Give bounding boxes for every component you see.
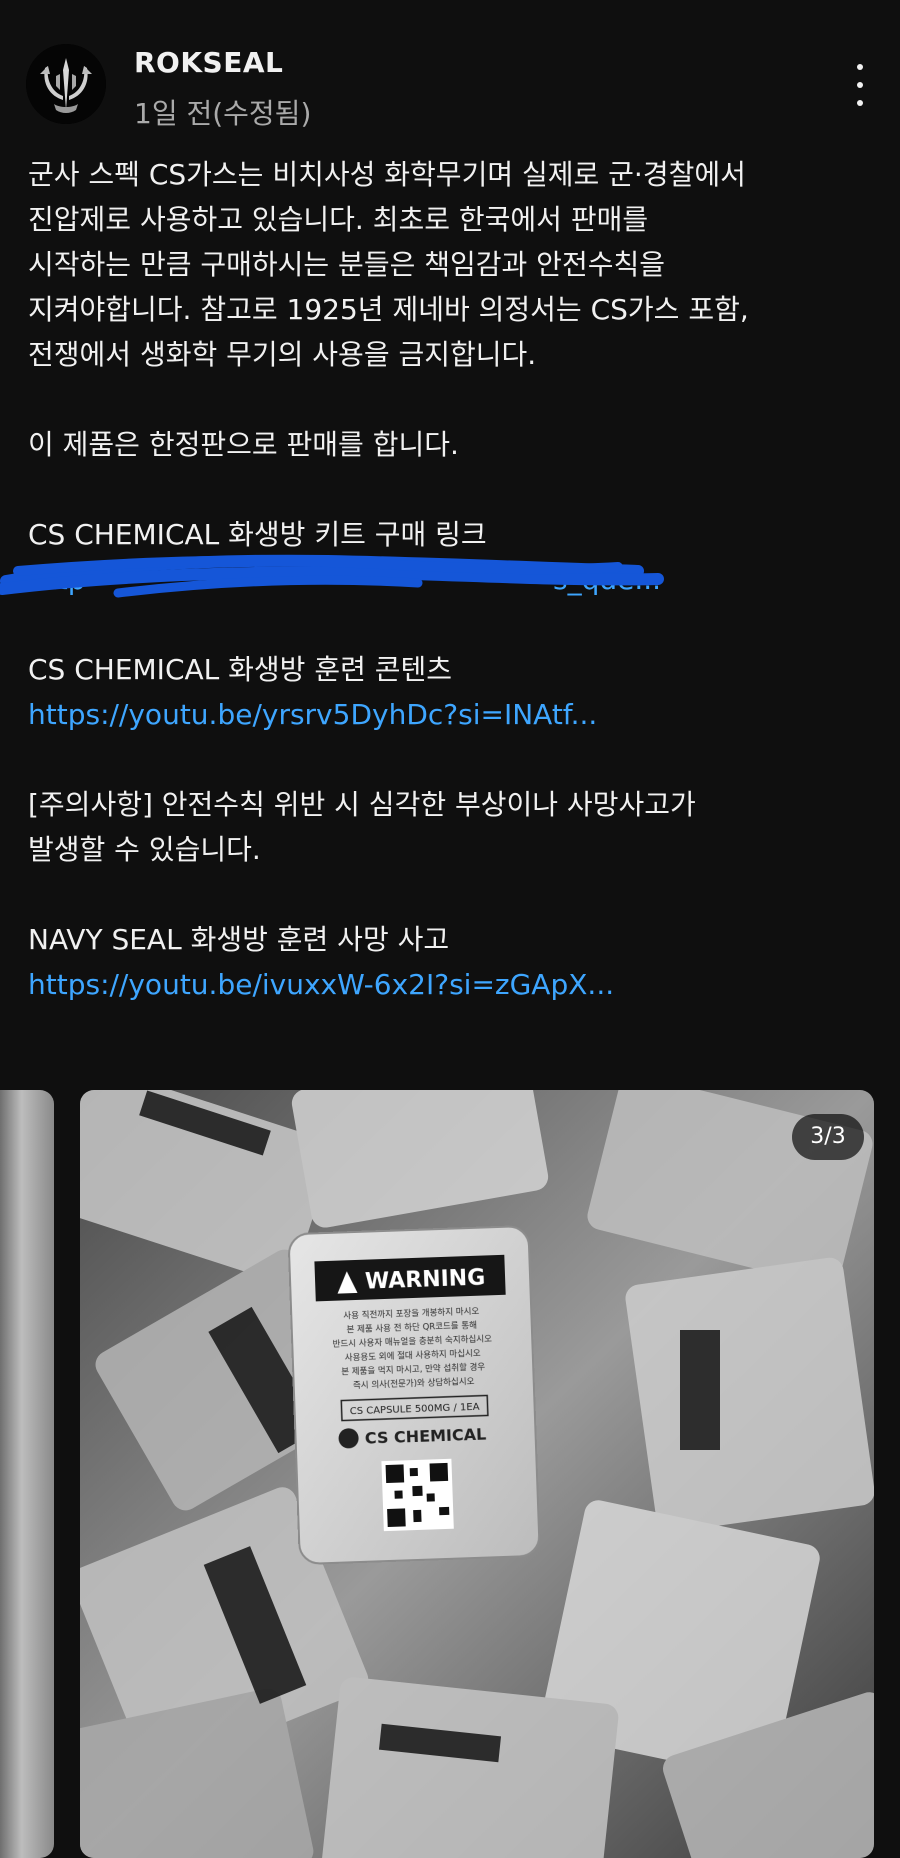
post-header: ROKSEAL 1일 전(수정됨) [26,44,880,134]
post-body: 군사 스펙 CS가스는 비치사성 화학무기며 실제로 군·경찰에서 진압제로 사… [0,152,878,1052]
intro-line: 군사 스펙 CS가스는 비치사성 화학무기며 실제로 군·경찰에서 [28,158,746,191]
accident-title: NAVY SEAL 화생방 훈련 사망 사고 [28,923,450,956]
training-section: CS CHEMICAL 화생방 훈련 콘텐츠 https://youtu.be/… [28,647,878,737]
packet-warning: WARNING [365,1265,486,1294]
channel-name[interactable]: ROKSEAL [134,46,283,79]
warning-section: [주의사항] 안전수칙 위반 시 심각한 부상이나 사망사고가 발생할 수 있습… [28,782,878,872]
intro-line: 지켜야합니다. 참고로 1925년 제네바 의정서는 CS가스 포함, [28,293,749,326]
accident-video-link[interactable]: https://youtu.be/ivuxxW-6x2I?si=zGApX... [28,962,878,1007]
intro-line: 시작하는 만큼 구매하시는 분들은 책임감과 안전수칙을 [28,248,665,281]
more-vertical-icon [857,64,863,70]
post-timestamp[interactable]: 1일 전(수정됨) [134,92,311,132]
accident-section: NAVY SEAL 화생방 훈련 사망 사고 https://youtu.be/… [28,917,878,1007]
image-counter: 3/3 [792,1114,864,1160]
more-options-button[interactable] [840,58,880,112]
trident-logo-icon [26,44,106,124]
qr-code-icon [381,1458,454,1532]
intro-line: 전쟁에서 생화학 무기의 사용을 금지합니다. [28,338,537,371]
current-image[interactable]: WARNING 사용 직전까지 포장을 개봉하지 마시오 본 제품 사용 전 하… [80,1090,874,1858]
redaction-scribble [0,554,664,598]
kit-section: CS CHEMICAL 화생방 키트 구매 링크 http s_qde... [0,512,878,602]
product-photo: WARNING 사용 직전까지 포장을 개봉하지 마시오 본 제품 사용 전 하… [80,1090,874,1858]
limited-edition-text: 이 제품은 한정판으로 판매를 합니다. [28,428,459,461]
warning-line: 발생할 수 있습니다. [28,833,261,866]
intro-paragraph: 군사 스펙 CS가스는 비치사성 화학무기며 실제로 군·경찰에서 진압제로 사… [28,152,878,377]
image-carousel[interactable]: WARNING 사용 직전까지 포장을 개봉하지 마시오 본 제품 사용 전 하… [0,1090,900,1858]
previous-image[interactable] [0,1090,54,1858]
kit-purchase-link[interactable]: http s_qde... [0,554,878,602]
training-video-link[interactable]: https://youtu.be/yrsrv5DyhDc?si=INAtf... [28,692,878,737]
training-title: CS CHEMICAL 화생방 훈련 콘텐츠 [28,653,453,686]
community-post: ROKSEAL 1일 전(수정됨) 군사 스펙 CS가스는 비치사성 화학무기며… [0,0,900,1858]
intro-line: 진압제로 사용하고 있습니다. 최초로 한국에서 판매를 [28,203,649,236]
warning-line: [주의사항] 안전수칙 위반 시 심각한 부상이나 사망사고가 [28,788,696,821]
channel-avatar[interactable] [26,44,106,124]
